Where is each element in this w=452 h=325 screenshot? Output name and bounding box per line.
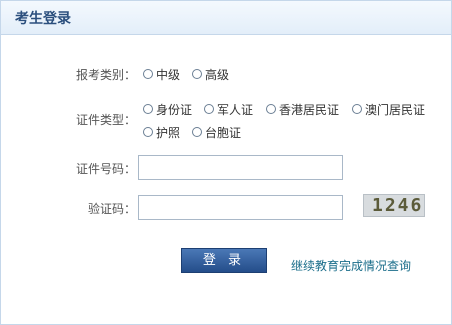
captcha-text: 1246 <box>372 195 424 216</box>
radio-circle-icon[interactable] <box>204 104 214 114</box>
verify-code-input[interactable] <box>138 195 343 220</box>
continue-education-link[interactable]: 继续教育完成情况查询 <box>291 257 411 274</box>
panel-title: 考生登录 <box>15 11 71 27</box>
radio-exam-senior[interactable]: 高级 <box>192 66 229 82</box>
id-type-label: 证件类型： <box>76 113 137 127</box>
id-number-input[interactable] <box>138 155 343 180</box>
radio-label: 身份证 <box>156 102 193 117</box>
radio-circle-icon[interactable] <box>143 127 153 137</box>
verify-code-label: 验证码： <box>88 202 137 216</box>
radio-label: 高级 <box>205 67 230 82</box>
radio-taiwan-card[interactable]: 台胞证 <box>192 124 241 140</box>
radio-macau-card[interactable]: 澳门居民证 <box>352 101 425 117</box>
radio-circle-icon[interactable] <box>192 69 202 79</box>
radio-label: 中级 <box>156 67 181 82</box>
radio-exam-intermediate[interactable]: 中级 <box>143 66 180 82</box>
radio-label: 台胞证 <box>205 125 242 140</box>
radio-label: 军人证 <box>217 102 254 117</box>
exam-category-label: 报考类别： <box>76 68 137 82</box>
radio-label: 澳门居民证 <box>365 102 426 117</box>
id-number-label: 证件号码： <box>76 162 137 176</box>
radio-circle-icon[interactable] <box>266 104 276 114</box>
radio-circle-icon[interactable] <box>143 104 153 114</box>
radio-military-card[interactable]: 军人证 <box>204 101 253 117</box>
login-button[interactable]: 登 录 <box>181 248 267 273</box>
radio-id-card[interactable]: 身份证 <box>143 101 192 117</box>
radio-label: 护照 <box>156 125 181 140</box>
radio-circle-icon[interactable] <box>352 104 362 114</box>
radio-label: 香港居民证 <box>279 102 340 117</box>
captcha-image[interactable]: 1246 <box>363 194 425 217</box>
radio-circle-icon[interactable] <box>143 69 153 79</box>
radio-passport[interactable]: 护照 <box>143 124 180 140</box>
radio-hongkong-card[interactable]: 香港居民证 <box>266 101 339 117</box>
radio-circle-icon[interactable] <box>192 127 202 137</box>
panel-header: 考生登录 <box>1 1 451 35</box>
